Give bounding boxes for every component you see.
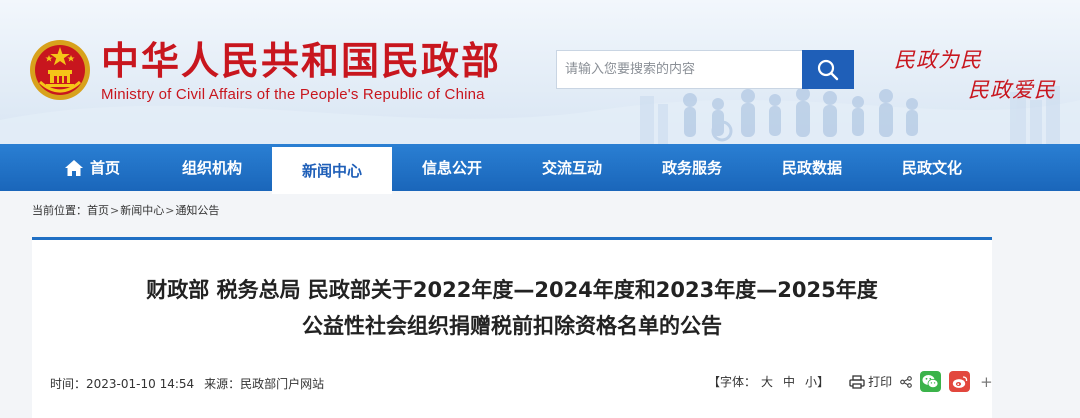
home-icon	[64, 159, 83, 176]
wechat-icon	[922, 375, 939, 389]
wechat-share-button[interactable]	[920, 371, 942, 392]
publish-time: 2023-01-10 14:54	[86, 377, 195, 391]
breadcrumb-link-notices[interactable]: 通知公告	[175, 204, 219, 217]
site-title: 中华人民共和国民政部	[101, 39, 502, 83]
article-meta: 时间：2023-01-10 14:54 来源：民政部门户网站	[50, 375, 328, 392]
more-share-icon[interactable]: +	[980, 373, 993, 391]
font-size-label: 【字体：	[708, 375, 757, 389]
search-icon	[817, 59, 839, 80]
search-button[interactable]	[802, 50, 854, 89]
nav-item-information-disclosure[interactable]: 信息公开	[392, 144, 512, 191]
nav-item-label: 政务服务	[661, 159, 722, 177]
slogan-line-2: 民政爱民	[968, 78, 1056, 102]
breadcrumb: 当前位置：首页>新闻中心>通知公告	[32, 202, 219, 218]
nav-item-government-services[interactable]: 政务服务	[632, 144, 752, 191]
nav-item-home[interactable]: 首页	[32, 144, 152, 191]
article-tools: 【字体： 大 中 小 】 打印 +	[708, 371, 993, 392]
breadcrumb-link-home[interactable]: 首页	[87, 204, 109, 217]
breadcrumb-separator: >	[110, 204, 120, 217]
font-size-small-button[interactable]: 小	[805, 373, 817, 390]
nav-item-label: 新闻中心	[301, 162, 362, 180]
slogan-line-1: 民政为民	[894, 48, 982, 72]
weibo-share-button[interactable]	[949, 371, 971, 392]
article-title-line-2: 公益性社会组织捐赠税前扣除资格名单的公告	[302, 314, 722, 338]
print-label: 打印	[868, 375, 893, 389]
search-input[interactable]	[557, 51, 802, 88]
nav-item-organization[interactable]: 组织机构	[152, 144, 272, 191]
nav-item-label: 交流互动	[541, 159, 602, 177]
article-card: 财政部 税务总局 民政部关于2022年度—2024年度和2023年度—2025年…	[32, 237, 993, 418]
nav-item-label: 民政文化	[901, 159, 962, 177]
share-icon[interactable]	[900, 375, 912, 388]
main-navigation: 首页 组织机构 新闻中心 信息公开 交流互动 政务服务 民政数据 民政文化	[0, 144, 1080, 194]
site-subtitle: Ministry of Civil Affairs of the People'…	[101, 86, 485, 103]
site-header: 中华人民共和国民政部 Ministry of Civil Affairs of …	[0, 0, 1080, 144]
nav-item-interaction[interactable]: 交流互动	[512, 144, 632, 191]
breadcrumb-link-news-center[interactable]: 新闻中心	[120, 204, 164, 217]
font-size-label-close: 】	[817, 375, 830, 389]
article-title-line-1: 财政部 税务总局 民政部关于2022年度—2024年度和2023年度—2025年…	[146, 278, 878, 302]
time-label: 时间：	[50, 377, 87, 391]
article-title: 财政部 税务总局 民政部关于2022年度—2024年度和2023年度—2025年…	[32, 272, 992, 344]
font-size-large-button[interactable]: 大	[761, 373, 773, 390]
source-label: 来源：	[204, 377, 241, 391]
nav-item-label: 民政数据	[781, 159, 842, 177]
nav-item-civil-affairs-data[interactable]: 民政数据	[752, 144, 872, 191]
font-size-medium-button[interactable]: 中	[783, 373, 795, 390]
printer-icon	[849, 374, 865, 389]
nav-item-label: 首页	[89, 159, 120, 177]
search-box	[556, 50, 854, 89]
nav-item-label: 信息公开	[421, 159, 482, 177]
nav-item-news-center[interactable]: 新闻中心	[272, 147, 392, 194]
nav-item-label: 组织机构	[181, 159, 242, 177]
nav-item-civil-affairs-culture[interactable]: 民政文化	[872, 144, 992, 191]
weibo-icon	[952, 375, 967, 388]
breadcrumb-prefix: 当前位置：	[32, 204, 87, 217]
print-button[interactable]: 打印	[849, 373, 892, 390]
national-emblem-icon	[30, 40, 90, 100]
source-value: 民政部门户网站	[240, 377, 325, 391]
breadcrumb-separator: >	[165, 204, 175, 217]
